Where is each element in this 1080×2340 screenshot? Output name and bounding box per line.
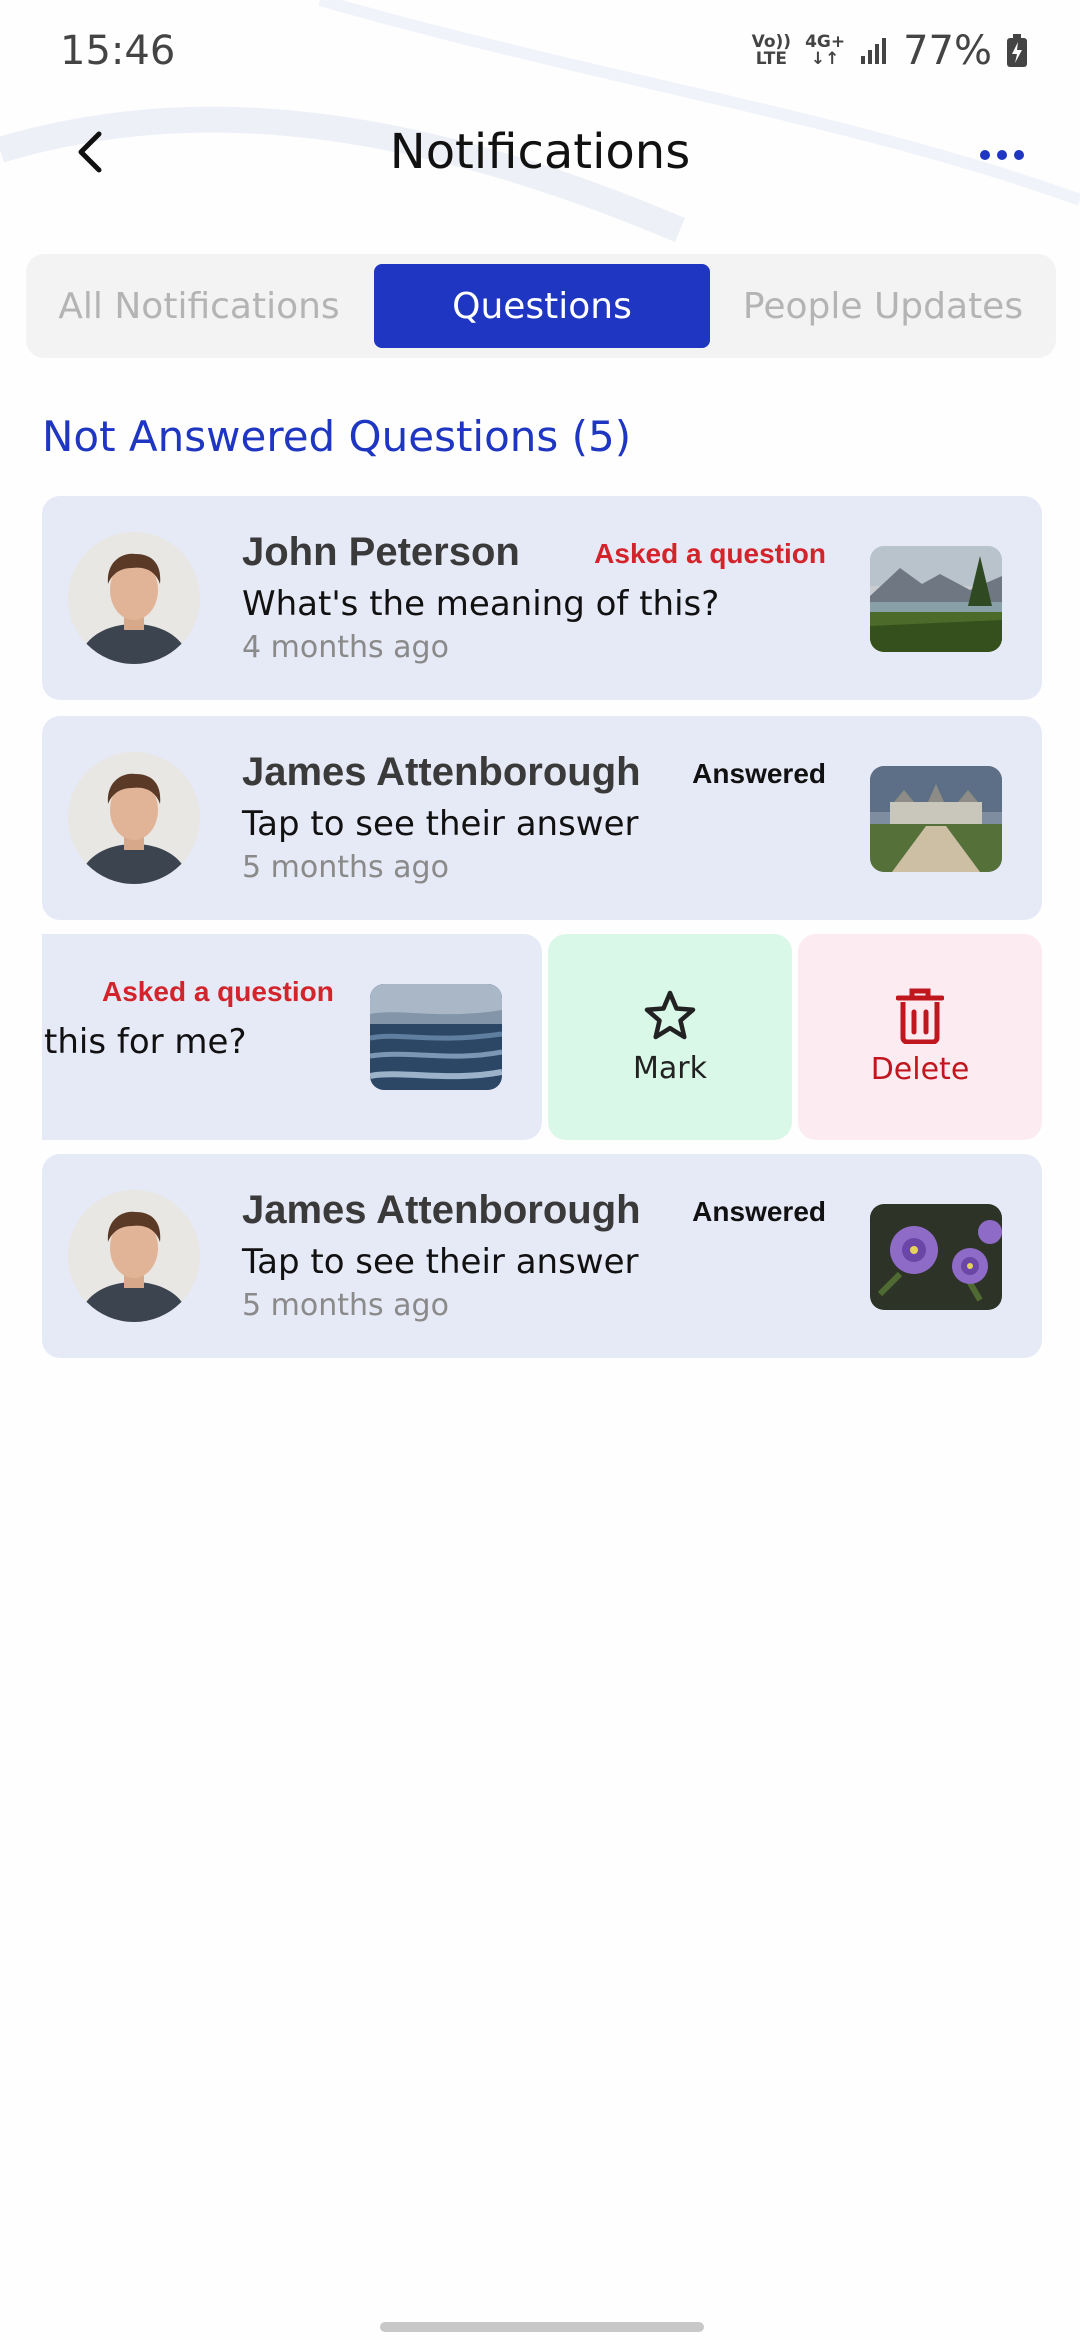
question-card[interactable]: James Attenborough Answered Tap to see t… <box>42 716 1042 920</box>
app-header: Notifications <box>0 100 1080 210</box>
mark-action-button[interactable]: Mark <box>548 934 792 1140</box>
volte-icon: Vo)) LTE <box>751 32 792 69</box>
question-thumbnail[interactable] <box>370 984 502 1090</box>
status-label: Answered <box>692 1196 826 1227</box>
delete-action-button[interactable]: Delete <box>798 934 1042 1140</box>
network-4g-icon: 4G+ ↓↑ <box>805 32 846 69</box>
question-thumbnail[interactable] <box>870 766 1002 872</box>
battery-charging-icon <box>1007 34 1027 67</box>
question-thumbnail[interactable] <box>870 546 1002 652</box>
tab-people-updates[interactable]: People Updates <box>710 264 1056 348</box>
status-time: 15:46 <box>60 28 176 74</box>
question-thumbnail[interactable] <box>870 1204 1002 1310</box>
status-bar: 15:46 Vo)) LTE 4G+ ↓↑ 77% <box>0 0 1080 100</box>
status-label: Asked a question <box>102 976 334 1007</box>
star-icon <box>644 990 696 1039</box>
more-options-button[interactable] <box>972 130 1032 180</box>
notification-tabs: All Notifications Questions People Updat… <box>26 254 1056 358</box>
timestamp: 4 months ago <box>242 630 449 665</box>
delete-label: Delete <box>870 1051 970 1087</box>
avatar <box>68 752 200 884</box>
trash-icon <box>896 988 944 1044</box>
timestamp: 5 months ago <box>242 1288 449 1323</box>
more-dots-icon <box>980 150 990 160</box>
asker-name: James Attenborough <box>242 1188 641 1232</box>
tab-all-notifications[interactable]: All Notifications <box>26 264 372 348</box>
avatar <box>68 1190 200 1322</box>
status-indicators: Vo)) LTE 4G+ ↓↑ 77% <box>752 28 1028 74</box>
asker-name: John Peterson <box>242 530 520 574</box>
question-text: Tap to see their answer <box>242 1242 639 1282</box>
question-text: this for me? <box>44 1022 247 1062</box>
status-label: Answered <box>692 758 826 789</box>
battery-percent: 77% <box>903 28 992 74</box>
page-title: Notifications <box>389 124 691 180</box>
signal-icon <box>861 38 887 64</box>
mark-label: Mark <box>633 1050 707 1086</box>
tab-questions[interactable]: Questions <box>374 264 710 348</box>
asker-name: James Attenborough <box>242 750 641 794</box>
question-card[interactable]: John Peterson Asked a question What's th… <box>42 496 1042 700</box>
question-text: Tap to see their answer <box>242 804 639 844</box>
question-card[interactable]: James Attenborough Answered Tap to see t… <box>42 1154 1042 1358</box>
section-title: Not Answered Questions (5) <box>42 412 632 461</box>
timestamp: 5 months ago <box>242 850 449 885</box>
avatar <box>68 532 200 664</box>
home-indicator[interactable] <box>380 2322 704 2332</box>
status-label: Asked a question <box>594 538 826 569</box>
question-text: What's the meaning of this? <box>242 584 720 624</box>
swiped-question-card[interactable]: Asked a question this for me? <box>42 934 542 1140</box>
